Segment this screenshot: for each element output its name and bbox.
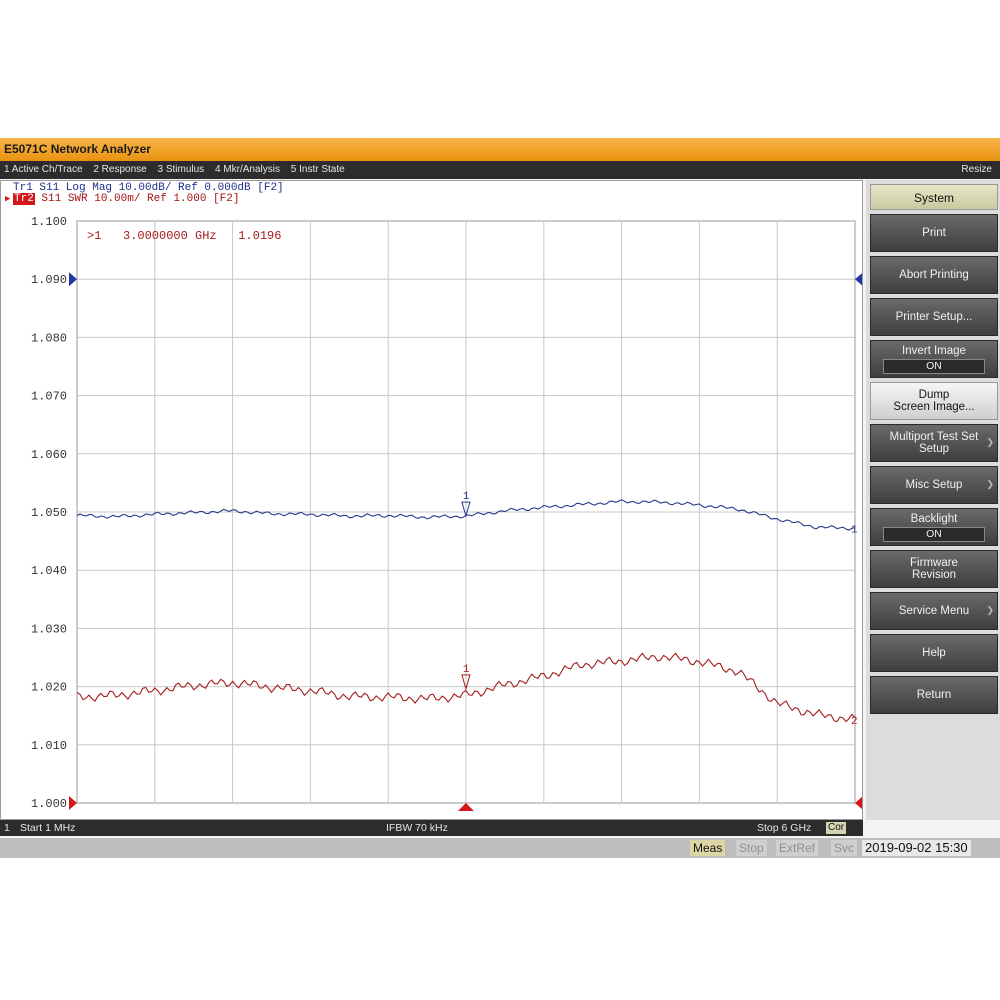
printer-setup-label: Printer Setup... xyxy=(895,311,973,323)
y-tick-label: 1.000 xyxy=(31,797,67,811)
swr-chart: 1.100 1.090 1.080 1.070 1.060 1.050 1.040 1.030… xyxy=(31,215,862,811)
marker-label: 1 xyxy=(463,491,470,503)
backlight-value: ON xyxy=(883,526,985,542)
revision-label: Revision xyxy=(911,569,957,581)
datetime-display: 2019-09-02 15:30 xyxy=(862,840,971,856)
misc-setup-button[interactable]: Misc Setup ❯ xyxy=(870,466,998,504)
dump-screen-image-button[interactable]: Dump Screen Image... xyxy=(870,382,998,420)
ifbw-setting[interactable]: IFBW 70 kHz xyxy=(386,820,448,836)
screen-image-label: Screen Image... xyxy=(893,401,975,413)
system-menu-title[interactable]: System xyxy=(870,184,998,210)
invert-image-value: ON xyxy=(883,358,985,374)
menu-resize[interactable]: Resize xyxy=(957,161,996,179)
help-label: Help xyxy=(922,647,946,659)
softkey-panel: System Print Abort Printing Printer Setu… xyxy=(866,180,1000,820)
menu-response[interactable]: 2 Response xyxy=(89,161,150,179)
printer-setup-button[interactable]: Printer Setup... xyxy=(870,298,998,336)
print-button[interactable]: Print xyxy=(870,214,998,252)
marker-readout: >1 3.0000000 GHz 1.0196 xyxy=(87,229,281,243)
menu-instr-state[interactable]: 5 Instr State xyxy=(287,161,349,179)
abort-printing-label: Abort Printing xyxy=(899,269,969,281)
stimulus-marker-icon xyxy=(457,803,474,811)
start-frequency[interactable]: Start 1 MHz xyxy=(20,820,75,836)
y-tick-label: 1.020 xyxy=(31,681,67,695)
instrument-status-bar: Meas Stop ExtRef Svc 2019-09-02 15:30 xyxy=(0,838,1000,858)
y-tick-label: 1.090 xyxy=(31,273,67,287)
service-menu-button[interactable]: Service Menu ❯ xyxy=(870,592,998,630)
y-tick-label: 1.100 xyxy=(31,215,67,229)
multiport-setup-label: Setup xyxy=(918,443,950,455)
y-tick-label: 1.080 xyxy=(31,331,67,345)
chevron-right-icon: ❯ xyxy=(986,479,994,489)
trace-end-label: 2 xyxy=(851,716,858,728)
marker-label: 1 xyxy=(463,664,470,676)
help-button[interactable]: Help xyxy=(870,634,998,672)
menu-bar: 1 Active Ch/Trace 2 Response 3 Stimulus … xyxy=(0,161,1000,179)
chevron-right-icon: ❯ xyxy=(986,605,994,615)
service-menu-label: Service Menu xyxy=(898,605,970,617)
svc-indicator: Svc xyxy=(831,840,858,856)
ref-level-right-icon xyxy=(855,273,862,286)
chart-panel: Tr1 S11 Log Mag 10.00dB/ Ref 0.000dB [F2… xyxy=(0,180,863,820)
return-button[interactable]: Return xyxy=(870,676,998,714)
ref-level-left-icon xyxy=(69,272,77,287)
abort-printing-button[interactable]: Abort Printing xyxy=(870,256,998,294)
backlight-button[interactable]: Backlight ON xyxy=(870,508,998,546)
extref-indicator: ExtRef xyxy=(776,840,819,856)
stop-frequency[interactable]: Stop 6 GHz xyxy=(757,820,811,836)
multiport-label: Multiport Test Set xyxy=(889,431,979,443)
multiport-test-set-button[interactable]: Multiport Test Set Setup ❯ xyxy=(870,424,998,462)
y-tick-label: 1.010 xyxy=(31,739,67,753)
return-label: Return xyxy=(916,689,952,701)
invert-image-label: Invert Image xyxy=(902,344,966,357)
y-tick-label: 1.060 xyxy=(31,448,67,462)
y-tick-label: 1.070 xyxy=(31,390,67,404)
channel-status-bar: 1 Start 1 MHz IFBW 70 kHz Stop 6 GHz Cor xyxy=(0,820,863,836)
invert-image-button[interactable]: Invert Image ON xyxy=(870,340,998,378)
window-title: E5071C Network Analyzer xyxy=(4,142,151,156)
chevron-right-icon: ❯ xyxy=(986,437,994,447)
menu-active-ch-trace[interactable]: 1 Active Ch/Trace xyxy=(0,161,87,179)
stop-indicator: Stop xyxy=(736,840,767,856)
dump-label: Dump xyxy=(918,389,950,401)
print-label: Print xyxy=(922,227,946,239)
ref-level-right-icon xyxy=(855,796,862,810)
trace-end-label: 1 xyxy=(851,524,858,536)
menu-stimulus[interactable]: 3 Stimulus xyxy=(154,161,209,179)
firmware-label: Firmware xyxy=(910,557,958,569)
channel-number: 1 xyxy=(4,822,10,834)
menu-mkr-analysis[interactable]: 4 Mkr/Analysis xyxy=(211,161,284,179)
firmware-revision-button[interactable]: Firmware Revision xyxy=(870,550,998,588)
y-tick-label: 1.040 xyxy=(31,564,67,578)
backlight-label: Backlight xyxy=(910,512,958,525)
correction-badge: Cor xyxy=(826,822,847,834)
analyzer-window: E5071C Network Analyzer 1 Active Ch/Trac… xyxy=(0,138,1000,858)
y-tick-label: 1.030 xyxy=(31,622,67,636)
ref-level-left-icon xyxy=(69,796,77,810)
meas-indicator: Meas xyxy=(690,840,726,856)
misc-setup-label: Misc Setup xyxy=(905,479,963,491)
title-bar: E5071C Network Analyzer xyxy=(0,138,1000,161)
y-tick-label: 1.050 xyxy=(31,506,67,520)
